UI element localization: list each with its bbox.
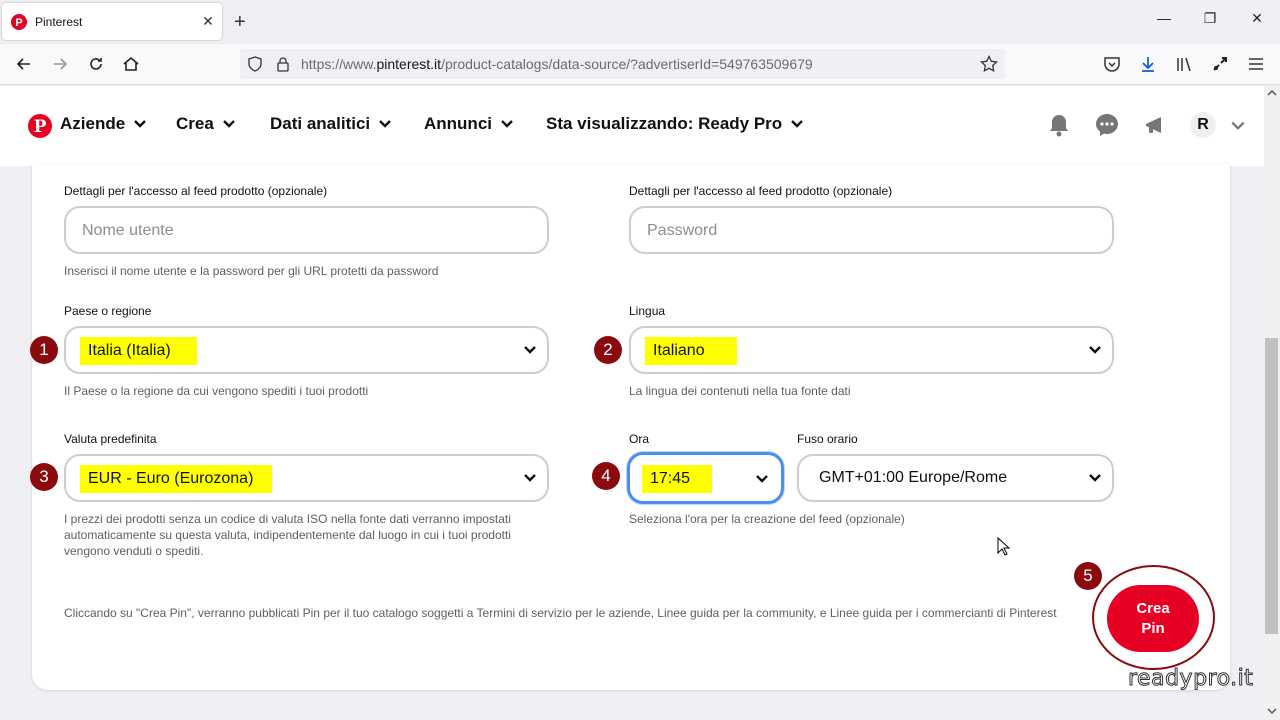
language-select[interactable]: Italiano [629, 326, 1114, 374]
chevron-down-icon [134, 120, 147, 128]
home-icon[interactable] [121, 54, 141, 74]
scrollbar-thumb[interactable] [1265, 338, 1278, 634]
lock-icon[interactable] [275, 56, 291, 72]
library-icon[interactable] [1174, 54, 1194, 74]
currency-label: Valuta predefinita [64, 432, 157, 446]
currency-select[interactable]: EUR - Euro (Eurozona) [64, 454, 549, 502]
timezone-label: Fuso orario [797, 432, 858, 446]
scroll-up-arrow-icon[interactable] [1266, 88, 1278, 98]
announcements-megaphone-icon[interactable] [1142, 112, 1168, 138]
crea-pin-label: Crea Pin [1136, 599, 1170, 637]
nav-dati-label: Dati analitici [270, 114, 371, 133]
annotation-marker-2: 2 [594, 336, 622, 364]
window-close-icon[interactable]: ✕ [1234, 10, 1280, 27]
country-label: Paese o regione [64, 304, 152, 318]
crea-pin-button[interactable]: Crea Pin [1107, 585, 1199, 652]
forward-icon[interactable] [50, 54, 70, 74]
time-value: 17:45 [642, 465, 712, 493]
annotation-marker-1: 1 [30, 336, 58, 364]
extensions-icon[interactable] [1210, 54, 1230, 74]
pocket-icon[interactable] [1102, 54, 1122, 74]
nav-aziende-label: Aziende [60, 114, 126, 133]
time-help-text: Seleziona l'ora per la creazione del fee… [629, 512, 905, 526]
mouse-cursor-icon [997, 537, 1011, 556]
browser-tab[interactable]: P Pinterest ✕ [2, 3, 222, 40]
chevron-down-icon [524, 474, 536, 482]
password-label: Dettagli per l'accesso al feed prodotto … [629, 184, 893, 198]
auth-help-text: Inserisci il nome utente e la password p… [64, 264, 439, 278]
username-placeholder: Nome utente [82, 222, 174, 239]
messages-icon[interactable] [1094, 112, 1120, 138]
shield-icon[interactable] [247, 56, 263, 72]
chevron-down-icon [1089, 346, 1101, 354]
download-icon[interactable] [1138, 54, 1158, 74]
terms-text: Cliccando su "Crea Pin", verranno pubbli… [64, 606, 1057, 620]
account-chevron-down-icon[interactable] [1230, 118, 1246, 134]
svg-text:P: P [34, 117, 47, 137]
country-select[interactable]: Italia (Italia) [64, 326, 549, 374]
currency-help-text: I prezzi dei prodotti senza un codice di… [64, 512, 511, 558]
watermark-text: readypro.it [1127, 666, 1254, 692]
back-icon[interactable] [14, 54, 34, 74]
currency-value: EUR - Euro (Eurozona) [80, 465, 272, 493]
chevron-down-icon [222, 120, 235, 128]
annotation-marker-5: 5 [1074, 562, 1102, 590]
chevron-down-icon [1089, 474, 1101, 482]
nav-annunci-label: Annunci [424, 114, 492, 133]
username-label: Dettagli per l'accesso al feed prodotto … [64, 184, 328, 198]
pinterest-favicon-icon: P [11, 13, 27, 30]
password-placeholder: Password [647, 222, 718, 239]
address-bar[interactable]: https://www.pinterest.it/product-catalog… [240, 49, 1005, 79]
maximize-icon[interactable]: ❐ [1187, 10, 1233, 27]
country-value: Italia (Italia) [80, 337, 197, 365]
avatar[interactable]: R [1190, 112, 1216, 138]
chevron-down-icon [524, 346, 536, 354]
username-input[interactable]: Nome utente [64, 206, 549, 254]
close-tab-icon[interactable]: ✕ [198, 13, 218, 30]
language-label: Lingua [629, 304, 666, 318]
time-label: Ora [629, 432, 650, 446]
time-select[interactable]: 17:45 [627, 452, 784, 504]
nav-dati-analitici[interactable]: Dati analitici [270, 114, 392, 134]
browser-tab-bar: P Pinterest ✕ + — ❐ ✕ [0, 0, 1280, 44]
annotation-marker-3: 3 [30, 463, 58, 491]
nav-aziende[interactable]: Aziende [60, 114, 147, 134]
chevron-down-icon [501, 120, 513, 128]
minimize-icon[interactable]: — [1141, 10, 1187, 26]
country-help-text: Il Paese o la regione da cui vengono spe… [64, 384, 369, 398]
password-input[interactable]: Password [629, 206, 1114, 254]
reload-icon[interactable] [86, 54, 106, 74]
chevron-down-icon [379, 120, 391, 128]
url-text: https://www.pinterest.it/product-catalog… [301, 56, 813, 72]
annotation-marker-4: 4 [592, 462, 620, 490]
nav-crea[interactable]: Crea [176, 114, 236, 134]
nav-account-switcher[interactable]: Sta visualizzando: Ready Pro [546, 114, 804, 134]
pinterest-header: P Aziende Crea Dati analitici Annunci St… [0, 86, 1264, 166]
scroll-down-arrow-icon[interactable] [1266, 706, 1278, 716]
language-value: Italiano [645, 337, 737, 365]
nav-annunci[interactable]: Annunci [424, 114, 514, 134]
new-tab-button[interactable]: + [234, 12, 246, 32]
svg-text:P: P [15, 17, 22, 29]
nav-crea-label: Crea [176, 114, 214, 133]
chevron-down-icon [756, 475, 768, 483]
menu-icon[interactable] [1246, 54, 1266, 74]
tab-title: Pinterest [35, 14, 83, 29]
browser-nav-bar: https://www.pinterest.it/product-catalog… [0, 44, 1280, 85]
timezone-value: GMT+01:00 Europe/Rome [819, 469, 1008, 486]
nav-account-label: Sta visualizzando: Ready Pro [546, 114, 783, 133]
pinterest-logo-icon[interactable]: P [28, 114, 52, 138]
notifications-bell-icon[interactable] [1046, 112, 1072, 138]
language-help-text: La lingua dei contenuti nella tua fonte … [629, 384, 851, 398]
chevron-down-icon [791, 120, 804, 128]
timezone-select[interactable]: GMT+01:00 Europe/Rome [797, 454, 1114, 502]
bookmark-star-icon[interactable] [980, 55, 998, 73]
